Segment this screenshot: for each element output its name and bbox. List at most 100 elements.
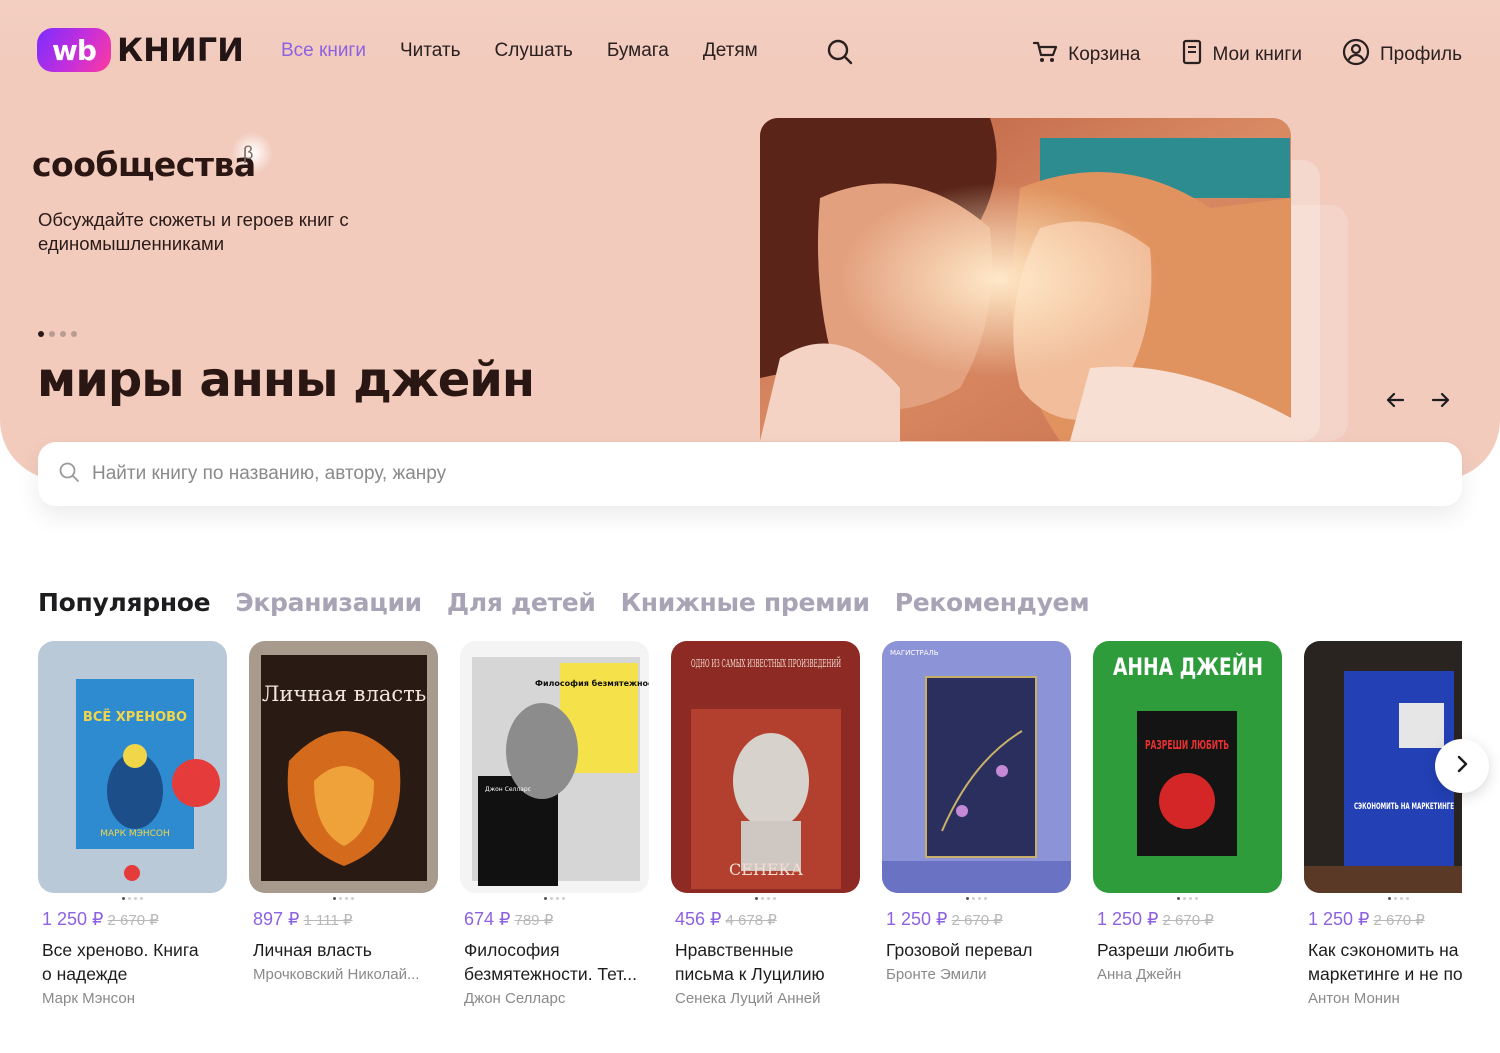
book-title[interactable]: Все хреново. Книга о надежде bbox=[38, 938, 227, 986]
cover-author: СЕНЕКА bbox=[729, 860, 803, 879]
tab-popular[interactable]: Популярное bbox=[38, 588, 211, 617]
my-books-label: Мои книги bbox=[1212, 44, 1302, 65]
book-cover[interactable]: АННА ДЖЕЙН РАЗРЕШИ ЛЮБИТЬ bbox=[1093, 641, 1282, 893]
chevron-right-icon bbox=[1452, 754, 1472, 779]
community-label: сообщества bbox=[32, 145, 256, 184]
image-dots bbox=[249, 897, 438, 901]
price: 1 250 ₽2 670 ₽ bbox=[1304, 909, 1462, 930]
image-dots bbox=[1093, 897, 1282, 901]
book-card[interactable]: ВСЁ ХРЕНОВО МАРК МЭНСОН 1 250 ₽2 670 ₽ В… bbox=[38, 641, 227, 1007]
price: 897 ₽1 111 ₽ bbox=[249, 909, 438, 930]
book-card[interactable]: МАГИСТРАЛЬ 1 250 ₽2 670 ₽ Грозовой перев… bbox=[882, 641, 1071, 983]
book-author[interactable]: Джон Селларс bbox=[460, 990, 649, 1007]
nav-kids[interactable]: Детям bbox=[703, 40, 758, 62]
book-title[interactable]: Нравственные письма к Луцилию bbox=[671, 938, 860, 986]
hero-arrows bbox=[1384, 389, 1452, 416]
old-price: 2 670 ₽ bbox=[951, 912, 1003, 929]
my-books-link[interactable]: Мои книги bbox=[1181, 39, 1302, 71]
old-price: 2 670 ₽ bbox=[107, 912, 159, 929]
book-title-line: Грозовой перевал bbox=[886, 940, 1033, 960]
arrow-left-icon[interactable] bbox=[1384, 389, 1406, 416]
cart-icon bbox=[1032, 39, 1058, 71]
current-price: 456 ₽ bbox=[675, 909, 722, 929]
current-price: 897 ₽ bbox=[253, 909, 300, 929]
book-search-bar bbox=[38, 442, 1462, 506]
tab-adaptations[interactable]: Экранизации bbox=[235, 588, 422, 617]
cover-title: СЭКОНОМИТЬ НА МАРКЕТИНГЕ bbox=[1354, 802, 1454, 812]
book-title-line: письма к Луцилию bbox=[675, 964, 825, 984]
tab-book-awards[interactable]: Книжные премии bbox=[621, 588, 870, 617]
nav-listen[interactable]: Слушать bbox=[495, 40, 573, 62]
nav-all-books[interactable]: Все книги bbox=[281, 40, 366, 62]
book-title[interactable]: Философия безмятежности. Тет... bbox=[460, 938, 649, 986]
price: 1 250 ₽2 670 ₽ bbox=[1093, 909, 1282, 930]
carousel-next-button[interactable] bbox=[1435, 739, 1489, 793]
user-nav: Корзина Мои книги Профиль bbox=[1032, 38, 1462, 72]
book-author[interactable]: Мрочковский Николай... bbox=[249, 966, 438, 983]
book-title-line: о надежде bbox=[42, 964, 128, 984]
book-author[interactable]: Сенека Луций Анней bbox=[671, 990, 860, 1007]
book-title-line: Как сэкономить на bbox=[1308, 940, 1459, 960]
carousel-dots bbox=[38, 331, 77, 337]
book-title[interactable]: Грозовой перевал bbox=[882, 938, 1071, 962]
book-card[interactable]: Личная власть 897 ₽1 111 ₽ Личная власть… bbox=[249, 641, 438, 983]
book-author[interactable]: Антон Монин bbox=[1304, 990, 1462, 1007]
carousel-dot[interactable] bbox=[38, 331, 44, 337]
hero-description: Обсуждайте сюжеты и героев книг с едином… bbox=[38, 209, 349, 254]
hero-title[interactable]: миры анны джейн bbox=[37, 352, 535, 408]
carousel-dot[interactable] bbox=[49, 331, 55, 337]
book-title-line: маркетинге и не по bbox=[1308, 964, 1462, 984]
profile-label: Профиль bbox=[1379, 44, 1462, 65]
book-cover[interactable]: ОДНО ИЗ САМЫХ ИЗВЕСТНЫХ ПРОИЗВЕДЕНИЙ СЕН… bbox=[671, 641, 860, 893]
price: 456 ₽4 678 ₽ bbox=[671, 909, 860, 930]
book-card[interactable]: Философия безмятежности Джон Селларс 674… bbox=[460, 641, 649, 1007]
search-icon bbox=[58, 461, 80, 488]
cover-title: ВСЁ ХРЕНОВО bbox=[83, 709, 187, 725]
image-dots bbox=[38, 897, 227, 901]
book-cover[interactable]: ВСЁ ХРЕНОВО МАРК МЭНСОН bbox=[38, 641, 227, 893]
cover-title: АННА ДЖЕЙН bbox=[1113, 652, 1263, 681]
book-card[interactable]: ОДНО ИЗ САМЫХ ИЗВЕСТНЫХ ПРОИЗВЕДЕНИЙ СЕН… bbox=[671, 641, 860, 1007]
search-input[interactable] bbox=[90, 462, 1394, 486]
tab-recommended[interactable]: Рекомендуем bbox=[895, 588, 1090, 617]
logo-text: КНИГИ bbox=[117, 31, 244, 69]
old-price: 789 ₽ bbox=[514, 912, 554, 929]
image-dots bbox=[671, 897, 860, 901]
nav-paper[interactable]: Бумага bbox=[607, 40, 669, 62]
old-price: 2 670 ₽ bbox=[1162, 912, 1214, 929]
cover-title: Личная власть bbox=[262, 682, 426, 706]
book-author[interactable]: Анна Джейн bbox=[1093, 966, 1282, 983]
price: 1 250 ₽2 670 ₽ bbox=[882, 909, 1071, 930]
book-cover[interactable]: МАГИСТРАЛЬ bbox=[882, 641, 1071, 893]
search-icon[interactable] bbox=[826, 38, 854, 71]
cart-link[interactable]: Корзина bbox=[1032, 39, 1141, 71]
current-price: 674 ₽ bbox=[464, 909, 511, 929]
image-dots bbox=[460, 897, 649, 901]
beta-mark: β bbox=[243, 143, 254, 163]
book-card[interactable]: АННА ДЖЕЙН РАЗРЕШИ ЛЮБИТЬ 1 250 ₽2 670 ₽… bbox=[1093, 641, 1282, 983]
book-title[interactable]: Личная власть bbox=[249, 938, 438, 962]
hero-illustration[interactable] bbox=[760, 118, 1291, 441]
price: 674 ₽789 ₽ bbox=[460, 909, 649, 930]
book-author[interactable]: Бронте Эмили bbox=[882, 966, 1071, 983]
current-price: 1 250 ₽ bbox=[886, 909, 948, 929]
nav-read[interactable]: Читать bbox=[400, 40, 461, 62]
cover-title: ОДНО ИЗ САМЫХ ИЗВЕСТНЫХ ПРОИЗВЕДЕНИЙ bbox=[691, 656, 841, 670]
book-title[interactable]: Разреши любить bbox=[1093, 938, 1282, 962]
book-title[interactable]: Как сэкономить на маркетинге и не по bbox=[1304, 938, 1462, 986]
book-card[interactable]: СЭКОНОМИТЬ НА МАРКЕТИНГЕ 1 250 ₽2 670 ₽ … bbox=[1304, 641, 1462, 1007]
cover-author: МАРК МЭНСОН bbox=[100, 829, 170, 839]
wb-books-logo[interactable]: wb КНИГИ bbox=[37, 28, 244, 72]
tab-for-kids[interactable]: Для детей bbox=[447, 588, 596, 617]
current-price: 1 250 ₽ bbox=[42, 909, 104, 929]
arrow-right-icon[interactable] bbox=[1430, 389, 1452, 416]
book-cover[interactable]: Философия безмятежности Джон Селларс bbox=[460, 641, 649, 893]
book-title-line: Философия bbox=[464, 940, 560, 960]
cover-title: Философия безмятежности bbox=[535, 678, 649, 688]
carousel-dot[interactable] bbox=[71, 331, 77, 337]
profile-link[interactable]: Профиль bbox=[1342, 38, 1462, 72]
book-cover[interactable]: Личная власть bbox=[249, 641, 438, 893]
book-title-line: Разреши любить bbox=[1097, 940, 1235, 960]
book-author[interactable]: Марк Мэнсон bbox=[38, 990, 227, 1007]
carousel-dot[interactable] bbox=[60, 331, 66, 337]
